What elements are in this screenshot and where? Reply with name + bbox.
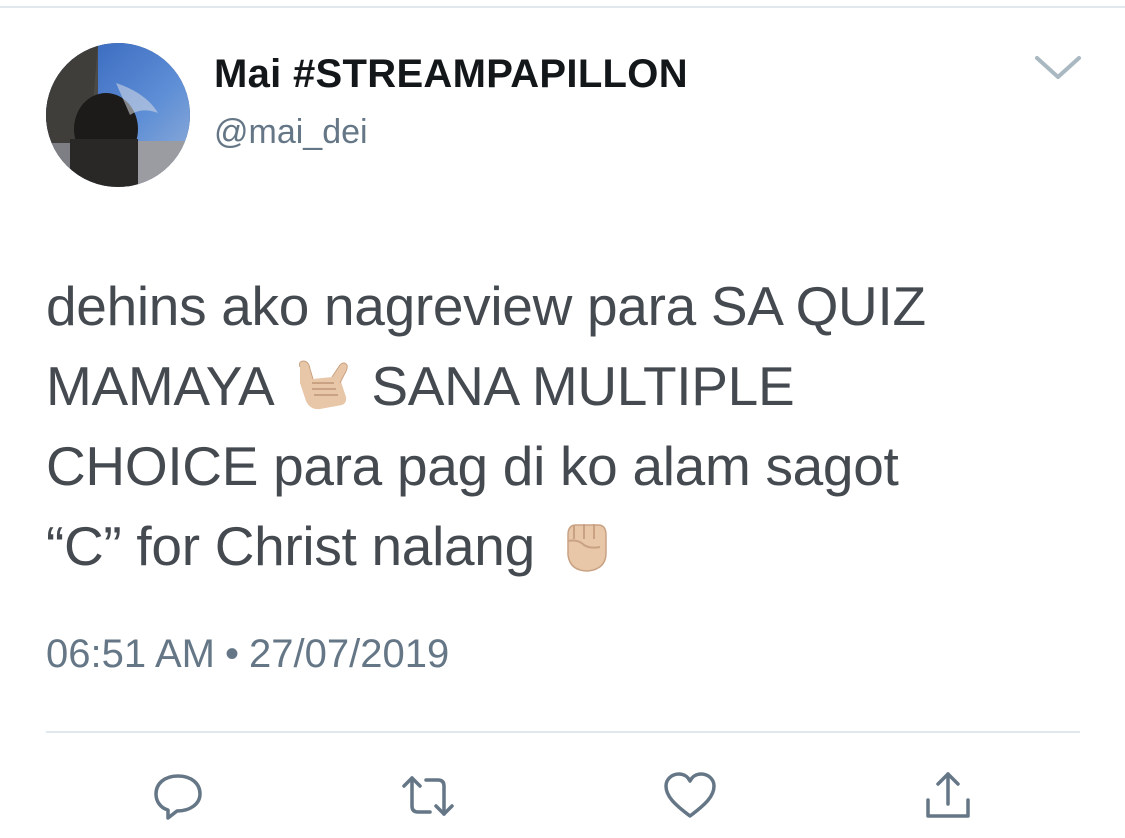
tweet-text-line-4: “C” for Christ nalang	[46, 515, 535, 577]
user-handle[interactable]: @mai_dei	[214, 113, 368, 152]
raised-fist-emoji	[554, 513, 616, 575]
share-icon[interactable]	[918, 768, 978, 824]
avatar[interactable]	[46, 43, 190, 187]
tweet-text-line-2a: MAMAYA	[46, 355, 272, 417]
like-icon[interactable]	[660, 768, 720, 824]
tweet-time: 06:51 AM	[46, 632, 216, 676]
tweet-text-line-3: CHOICE para pag di ko alam sagot	[46, 435, 899, 497]
retweet-icon[interactable]	[398, 768, 458, 824]
tweet-text: dehins ako nagreview para SA QUIZ MAMAYA…	[46, 266, 1086, 586]
tweet-text-line-2b: SANA MULTIPLE	[371, 355, 795, 417]
chevron-down-icon[interactable]	[1028, 46, 1088, 90]
tweet-text-line-1: dehins ako nagreview para SA QUIZ	[46, 275, 926, 337]
reply-icon[interactable]	[148, 768, 208, 824]
actions-divider	[46, 731, 1080, 733]
timestamp-separator: •	[225, 632, 240, 676]
top-divider	[0, 6, 1125, 8]
display-name[interactable]: Mai #STREAMPAPILLON	[214, 52, 688, 97]
tweet-timestamp[interactable]: 06:51 AM • 27/07/2019	[46, 632, 449, 677]
call-me-hand-emoji	[290, 353, 352, 415]
tweet-date: 27/07/2019	[249, 632, 450, 676]
